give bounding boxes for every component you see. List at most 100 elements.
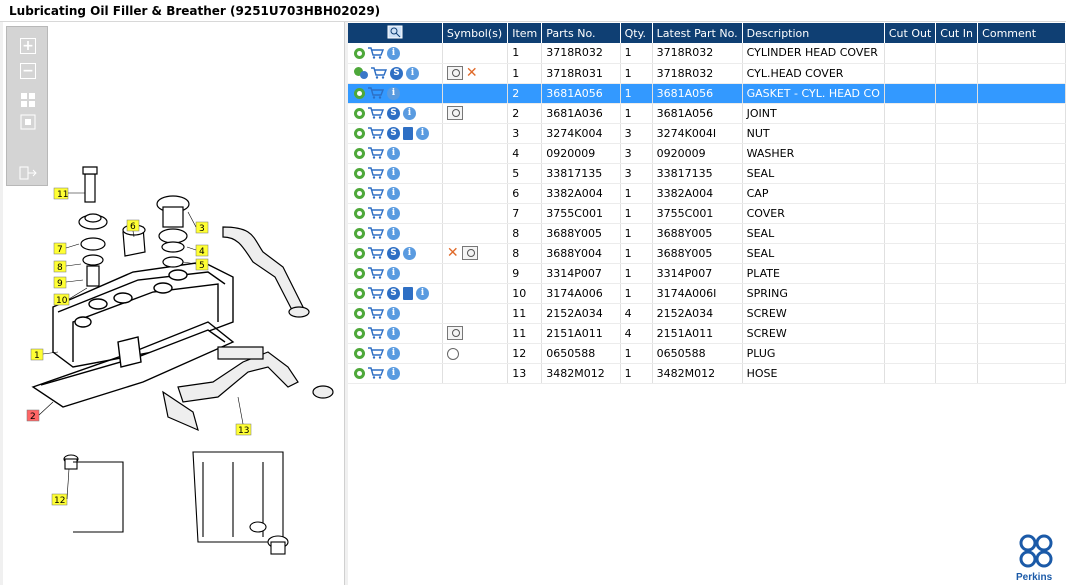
add-to-cart-icon[interactable] xyxy=(368,206,387,219)
configure-icon[interactable] xyxy=(354,87,365,99)
table-row[interactable]: i 11 2151A011 4 2151A011 SCREW xyxy=(348,323,1066,344)
configure-icon[interactable] xyxy=(354,247,365,259)
info-icon[interactable]: i xyxy=(387,206,400,220)
view-symbol-icon[interactable] xyxy=(461,246,478,260)
supersession-icon[interactable]: S xyxy=(387,106,400,120)
configure-icon[interactable] xyxy=(354,267,365,279)
supersession-icon[interactable]: S xyxy=(387,126,400,140)
header-qty[interactable]: Qty. xyxy=(620,23,653,43)
info-icon[interactable]: i xyxy=(387,46,400,60)
note-icon[interactable] xyxy=(446,347,459,360)
configure-icon[interactable] xyxy=(354,207,365,219)
supersession-icon[interactable]: S xyxy=(387,286,400,300)
info-icon[interactable]: i xyxy=(387,346,400,360)
add-to-cart-icon[interactable] xyxy=(368,286,387,299)
configure-icon[interactable] xyxy=(354,147,365,159)
header-comment[interactable]: Comment xyxy=(977,23,1066,43)
header-parts-no[interactable]: Parts No. xyxy=(541,23,621,43)
supersession-icon[interactable]: S xyxy=(387,246,400,260)
info-icon[interactable]: i xyxy=(387,226,400,240)
configure-icon[interactable] xyxy=(354,47,365,59)
info-icon[interactable]: i xyxy=(403,246,416,260)
add-to-cart-icon[interactable] xyxy=(368,126,387,139)
info-icon[interactable]: i xyxy=(387,166,400,180)
table-row[interactable]: i 4 0920009 3 0920009 WASHER xyxy=(348,143,1066,164)
configure-icon[interactable] xyxy=(354,167,365,179)
table-row[interactable]: i 5 33817135 3 33817135 SEAL xyxy=(348,163,1066,184)
kit-icon[interactable] xyxy=(403,126,413,140)
table-row[interactable]: i 2 3681A056 1 3681A056 GASKET - CYL. HEAD CO xyxy=(348,83,1066,104)
add-to-cart-icon[interactable] xyxy=(368,346,387,359)
configure-icon[interactable] xyxy=(354,367,365,379)
header-description[interactable]: Description xyxy=(742,23,885,43)
configure-icon[interactable] xyxy=(354,127,365,139)
callout-13[interactable]: 13 xyxy=(235,423,252,436)
configure-icon[interactable] xyxy=(354,327,365,339)
table-row[interactable]: i 9 3314P007 1 3314P007 PLATE xyxy=(348,263,1066,284)
header-cut-out[interactable]: Cut Out xyxy=(884,23,937,43)
add-to-cart-icon[interactable] xyxy=(368,326,387,339)
callout-8[interactable]: 8 xyxy=(53,260,67,273)
callout-1[interactable]: 1 xyxy=(30,348,44,361)
configure-icon[interactable] xyxy=(354,187,365,199)
table-row[interactable]: Si ✕ 8 3688Y004 1 3688Y005 SEAL xyxy=(348,243,1066,264)
callout-3[interactable]: 3 xyxy=(195,221,209,234)
table-row[interactable]: i 7 3755C001 1 3755C001 COVER xyxy=(348,203,1066,224)
table-row[interactable]: i 12 0650588 1 0650588 PLUG xyxy=(348,343,1066,364)
callout-10[interactable]: 10 xyxy=(53,293,70,306)
info-icon[interactable]: i xyxy=(406,66,419,80)
table-row[interactable]: i 13 3482M012 1 3482M012 HOSE xyxy=(348,363,1066,384)
callout-2[interactable]: 2 xyxy=(26,409,40,422)
add-to-cart-icon[interactable] xyxy=(368,306,387,319)
info-icon[interactable]: i xyxy=(416,126,429,140)
info-icon[interactable]: i xyxy=(387,86,400,100)
add-to-cart-icon[interactable] xyxy=(368,46,387,59)
table-row[interactable]: i 11 2152A034 4 2152A034 SCREW xyxy=(348,303,1066,324)
info-icon[interactable]: i xyxy=(387,186,400,200)
table-row[interactable]: Si ✕ 1 3718R031 1 3718R032 CYL.HEAD COVER xyxy=(348,63,1066,84)
add-to-cart-icon[interactable] xyxy=(368,226,387,239)
header-cut-in[interactable]: Cut In xyxy=(935,23,979,43)
info-icon[interactable]: i xyxy=(403,106,416,120)
diagram-pane[interactable]: 11 7 8 9 10 6 3 4 5 1 2 13 12 + − xyxy=(3,22,345,585)
header-icon-column[interactable] xyxy=(348,23,443,43)
configure-icon[interactable] xyxy=(354,227,365,239)
callout-4[interactable]: 4 xyxy=(195,244,209,257)
add-to-cart-icon[interactable] xyxy=(371,66,390,79)
zoom-out-button[interactable]: − xyxy=(17,61,39,81)
info-icon[interactable]: i xyxy=(387,266,400,280)
add-to-cart-icon[interactable] xyxy=(368,106,387,119)
fit-window-button[interactable] xyxy=(17,112,39,132)
fit-all-button[interactable] xyxy=(17,90,39,110)
configure-icon[interactable] xyxy=(354,287,365,299)
info-icon[interactable]: i xyxy=(387,366,400,380)
zoom-in-button[interactable]: + xyxy=(17,36,39,56)
table-row[interactable]: i 6 3382A004 1 3382A004 CAP xyxy=(348,183,1066,204)
add-to-cart-icon[interactable] xyxy=(368,86,387,99)
header-item[interactable]: Item xyxy=(507,23,543,43)
view-symbol-icon[interactable] xyxy=(446,326,463,340)
add-to-cart-icon[interactable] xyxy=(368,366,387,379)
export-button[interactable] xyxy=(17,163,39,183)
callout-5[interactable]: 5 xyxy=(195,258,209,271)
add-to-cart-icon[interactable] xyxy=(368,166,387,179)
add-to-cart-icon[interactable] xyxy=(368,186,387,199)
table-row[interactable]: Si 2 3681A036 1 3681A056 JOINT xyxy=(348,103,1066,124)
kit-icon[interactable] xyxy=(403,286,413,300)
callout-12[interactable]: 12 xyxy=(51,493,68,506)
info-icon[interactable]: i xyxy=(416,286,429,300)
table-row[interactable]: Si 3 3274K004 3 3274K004I NUT xyxy=(348,123,1066,144)
configure-options-icon[interactable] xyxy=(354,67,368,80)
add-to-cart-icon[interactable] xyxy=(368,266,387,279)
callout-11[interactable]: 11 xyxy=(53,187,68,200)
table-row[interactable]: i 1 3718R032 1 3718R032 CYLINDER HEAD COVER xyxy=(348,43,1066,64)
configure-icon[interactable] xyxy=(354,107,365,119)
callout-6[interactable]: 6 xyxy=(126,219,140,232)
view-symbol-icon[interactable] xyxy=(446,106,463,120)
supersession-icon[interactable]: S xyxy=(390,66,403,80)
table-row[interactable]: i 8 3688Y005 1 3688Y005 SEAL xyxy=(348,223,1066,244)
configure-icon[interactable] xyxy=(354,347,365,359)
info-icon[interactable]: i xyxy=(387,146,400,160)
add-to-cart-icon[interactable] xyxy=(368,146,387,159)
callout-9[interactable]: 9 xyxy=(53,276,67,289)
